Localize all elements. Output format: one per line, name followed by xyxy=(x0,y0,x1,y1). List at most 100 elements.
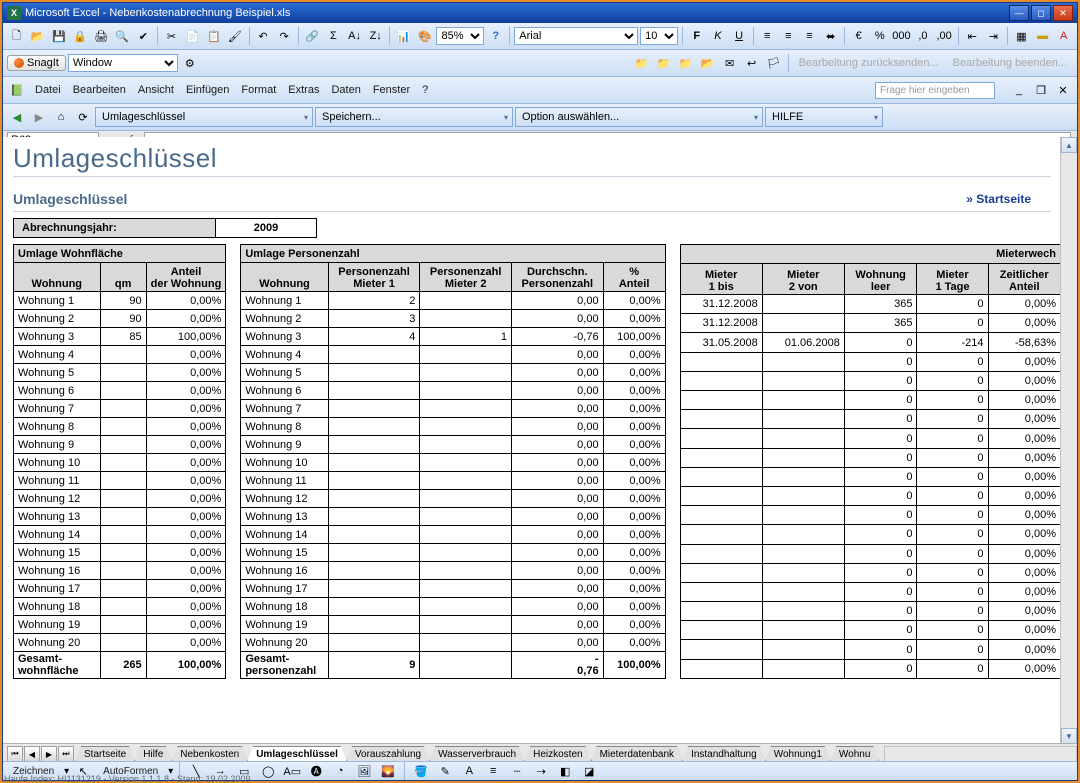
sheet-tab-wasserverbrauch[interactable]: Wasserverbrauch xyxy=(429,746,525,762)
merge-center-icon[interactable]: ⬌ xyxy=(821,26,840,46)
tab-first-icon[interactable]: ⏮ xyxy=(7,746,23,762)
doc-minimize-icon[interactable]: _ xyxy=(1009,80,1029,100)
table-row[interactable]: 000,00% xyxy=(680,448,1060,467)
table-row[interactable]: Wohnung 80,00% xyxy=(14,418,226,436)
sort-desc-icon[interactable]: Z↓ xyxy=(366,26,385,46)
drawing-icon[interactable]: 🎨 xyxy=(415,26,434,46)
table-row[interactable]: Wohnung 90,000,00% xyxy=(241,436,665,454)
table-row[interactable]: Wohnung 120,000,00% xyxy=(241,292,665,310)
table-row[interactable]: 000,00% xyxy=(680,640,1060,659)
table-row[interactable]: 31.12.200836500,00% xyxy=(680,314,1060,333)
menu-ansicht[interactable]: Ansicht xyxy=(132,82,180,98)
table-row[interactable]: 000,00% xyxy=(680,525,1060,544)
fill-color-icon[interactable]: ▬ xyxy=(1033,26,1052,46)
mail-icon[interactable]: ✉ xyxy=(720,53,740,73)
table-row[interactable]: Wohnung 140,000,00% xyxy=(241,526,665,544)
table-row[interactable]: Wohnung 50,00% xyxy=(14,364,226,382)
menu-extras[interactable]: Extras xyxy=(282,82,325,98)
flag-icon[interactable]: 🏳 xyxy=(764,53,784,73)
sheet-tab-hilfe[interactable]: Hilfe xyxy=(134,746,172,762)
table-row[interactable]: 000,00% xyxy=(680,352,1060,371)
table-row[interactable]: 000,00% xyxy=(680,486,1060,505)
menu-einfügen[interactable]: Einfügen xyxy=(180,82,235,98)
sheet-tab-nebenkosten[interactable]: Nebenkosten xyxy=(171,746,248,762)
chart-wizard-icon[interactable]: 📊 xyxy=(394,26,413,46)
table-row[interactable]: Wohnung 90,00% xyxy=(14,436,226,454)
scroll-up-icon[interactable]: ▲ xyxy=(1061,137,1077,153)
align-right-icon[interactable]: ≡ xyxy=(800,26,819,46)
table-row[interactable]: Wohnung 200,00% xyxy=(14,634,226,652)
ask-a-question-box[interactable]: Frage hier eingeben xyxy=(875,82,995,99)
table-row[interactable]: Wohnung 180,000,00% xyxy=(241,598,665,616)
sheet-tab-mieterdatenbank[interactable]: Mieterdatenbank xyxy=(591,746,684,762)
table-row[interactable]: 000,00% xyxy=(680,563,1060,582)
table-row[interactable]: 000,00% xyxy=(680,544,1060,563)
tab-last-icon[interactable]: ⏭ xyxy=(58,746,74,762)
workbook-icon[interactable]: 📗 xyxy=(7,80,27,100)
sheet-tab-instandhaltung[interactable]: Instandhaltung xyxy=(682,746,766,762)
table-row[interactable]: Wohnung 1900,00% xyxy=(14,292,226,310)
table-row[interactable]: 31.05.200801.06.20080-214-58,63% xyxy=(680,333,1060,352)
print-preview-icon[interactable]: 🔍 xyxy=(113,26,132,46)
new-icon[interactable]: 🗋 xyxy=(7,26,26,46)
sheet-tab-umlageschlüssel[interactable]: Umlageschlüssel xyxy=(247,746,347,762)
table-row[interactable]: 000,00% xyxy=(680,467,1060,486)
table-personenzahl[interactable]: Umlage PersonenzahlWohnungPersonenzahlMi… xyxy=(240,244,665,679)
folder4-icon[interactable]: 📂 xyxy=(698,53,718,73)
print-icon[interactable]: 🖨 xyxy=(92,26,111,46)
table-row[interactable]: Wohnung 60,00% xyxy=(14,382,226,400)
nav-save-button[interactable]: Speichern... xyxy=(315,107,513,127)
table-row[interactable]: 000,00% xyxy=(680,371,1060,390)
refresh-icon[interactable]: ⟳ xyxy=(73,107,93,127)
save-icon[interactable]: 💾 xyxy=(49,26,68,46)
sort-asc-icon[interactable]: A↓ xyxy=(345,26,364,46)
menu-datei[interactable]: Datei xyxy=(29,82,67,98)
snagit-settings-icon[interactable]: ⚙ xyxy=(180,53,200,73)
zoom-combo[interactable]: 85% xyxy=(436,27,484,45)
tab-next-icon[interactable]: ▶ xyxy=(41,746,57,762)
close-button[interactable]: ✕ xyxy=(1053,5,1073,21)
table-row[interactable]: Wohnung 385100,00% xyxy=(14,328,226,346)
table-row[interactable]: Wohnung 150,000,00% xyxy=(241,544,665,562)
sheet-tab-wohnu[interactable]: Wohnu xyxy=(830,746,880,762)
paste-icon[interactable]: 📋 xyxy=(204,26,223,46)
redo-icon[interactable]: ↷ xyxy=(275,26,294,46)
table-row[interactable]: Wohnung 110,00% xyxy=(14,472,226,490)
table-row[interactable]: Wohnung 110,000,00% xyxy=(241,472,665,490)
menu-bearbeiten[interactable]: Bearbeiten xyxy=(67,82,132,98)
table-mieterwechsel[interactable]: MieterwechMieter1 bisMieter2 vonWohnungl… xyxy=(680,244,1061,679)
table-row[interactable]: 000,00% xyxy=(680,582,1060,601)
table-row[interactable]: Wohnung 130,00% xyxy=(14,508,226,526)
spelling-icon[interactable]: ✔ xyxy=(134,26,153,46)
year-value[interactable]: 2009 xyxy=(216,219,316,237)
table-row[interactable]: Wohnung 130,000,00% xyxy=(241,508,665,526)
table-row[interactable]: Wohnung 70,00% xyxy=(14,400,226,418)
table-row[interactable]: 000,00% xyxy=(680,621,1060,640)
table-row[interactable]: 000,00% xyxy=(680,391,1060,410)
table-row[interactable]: 000,00% xyxy=(680,410,1060,429)
align-left-icon[interactable]: ≡ xyxy=(758,26,777,46)
increase-decimal-icon[interactable]: ,0 xyxy=(913,26,932,46)
menu-format[interactable]: Format xyxy=(235,82,282,98)
percent-icon[interactable]: % xyxy=(870,26,889,46)
sheet-tab-vorauszahlung[interactable]: Vorauszahlung xyxy=(346,746,430,762)
table-row[interactable]: Wohnung 50,000,00% xyxy=(241,364,665,382)
hyperlink-icon[interactable]: 🔗 xyxy=(303,26,322,46)
table-row[interactable]: Wohnung 160,00% xyxy=(14,562,226,580)
folder1-icon[interactable]: 📁 xyxy=(632,53,652,73)
minimize-button[interactable]: — xyxy=(1009,5,1029,21)
table-row[interactable]: Wohnung 150,00% xyxy=(14,544,226,562)
font-name-combo[interactable]: Arial xyxy=(514,27,638,45)
table-row[interactable]: Wohnung 40,00% xyxy=(14,346,226,364)
home-icon[interactable]: ⌂ xyxy=(51,107,71,127)
nav-help-button[interactable]: HILFE xyxy=(765,107,883,127)
nav-option-button[interactable]: Option auswählen... xyxy=(515,107,763,127)
table-row[interactable]: Wohnung 100,00% xyxy=(14,454,226,472)
currency-icon[interactable]: € xyxy=(849,26,868,46)
table-row[interactable]: Wohnung 341-0,76100,00% xyxy=(241,328,665,346)
nav-section-button[interactable]: Umlageschlüssel xyxy=(95,107,313,127)
table-row[interactable]: Wohnung 180,00% xyxy=(14,598,226,616)
increase-indent-icon[interactable]: ⇥ xyxy=(984,26,1003,46)
doc-close-icon[interactable]: ✕ xyxy=(1053,80,1073,100)
maximize-button[interactable]: ◻ xyxy=(1031,5,1051,21)
